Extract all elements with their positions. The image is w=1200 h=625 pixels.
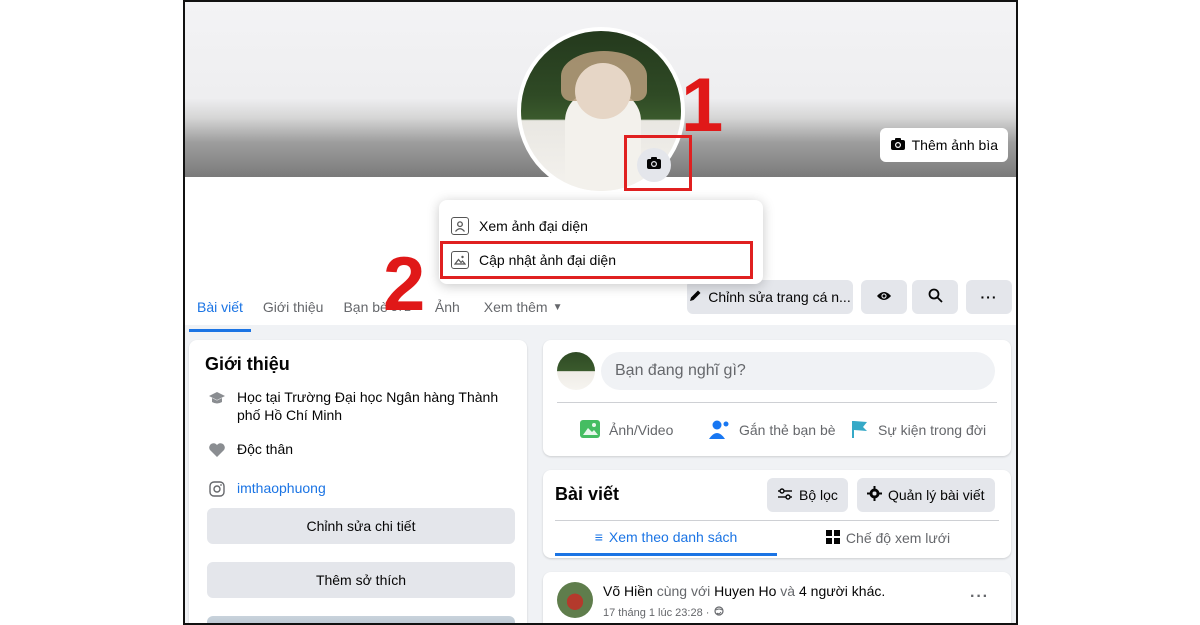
filter-label: Bộ lọc — [799, 487, 838, 503]
tab-photos[interactable]: Ảnh — [427, 288, 468, 326]
annotation-number-1: 1 — [681, 63, 724, 148]
posts-title: Bài viết — [555, 484, 620, 504]
intro-panel: Giới thiệu Học tại Trường Đại học Ngân h… — [189, 340, 527, 623]
intro-education: Học tại Trường Đại học Ngân hàng Thành p… — [207, 388, 507, 424]
list-view-label: Xem theo danh sách — [608, 528, 738, 545]
life-event-action[interactable]: Sự kiện trong đời — [850, 412, 986, 448]
flag-icon — [850, 419, 870, 442]
post-author-avatar[interactable] — [557, 582, 593, 618]
tag-friends-label: Gắn thẻ bạn bè — [739, 422, 836, 438]
list-view-tab[interactable]: ≡ Xem theo danh sách — [555, 520, 777, 556]
whats-on-your-mind-input[interactable]: Bạn đang nghĩ gì? — [601, 352, 995, 390]
post-card: Võ Hiền cùng với Huyen Ho và 4 người khá… — [543, 572, 1011, 623]
heart-icon — [207, 440, 227, 460]
post-meta: 17 tháng 1 lúc 23:28 · — [603, 603, 724, 621]
annotation-box-2 — [440, 241, 753, 279]
annotation-number-2: 2 — [383, 242, 426, 327]
post-header: Võ Hiền cùng với Huyen Ho và 4 người khá… — [603, 583, 885, 599]
graduation-cap-icon — [207, 388, 227, 408]
list-icon: ≡ — [594, 528, 603, 545]
intro-instagram[interactable]: imthaophuong — [207, 479, 326, 499]
life-event-label: Sự kiện trong đời — [878, 422, 987, 438]
composer-panel: Bạn đang nghĩ gì? Ảnh/Video Gắn thẻ bạn … — [543, 340, 1011, 456]
post-with-word: cùng với — [656, 583, 711, 599]
post-and-word: và — [780, 583, 796, 599]
featured-photo-preview[interactable] — [207, 616, 515, 623]
gear-icon — [867, 486, 882, 504]
edit-profile-button[interactable]: Chỉnh sửa trang cá n... — [687, 280, 853, 314]
facebook-profile-screenshot: Thêm ảnh bìa 1 Bài viết Giới thiệu Bạn b… — [183, 0, 1018, 625]
grid-view-tab[interactable]: Chế độ xem lưới — [777, 520, 999, 556]
tab-more-label: Xem thêm — [483, 299, 548, 315]
profile-search-button[interactable] — [912, 280, 958, 314]
intro-relationship-text: Độc thân — [237, 441, 294, 457]
menu-view-avatar-label: Xem ảnh đại diện — [479, 218, 588, 234]
post-time[interactable]: 17 tháng 1 lúc 23:28 · — [603, 607, 709, 619]
edit-details-button[interactable]: Chỉnh sửa chi tiết — [207, 508, 515, 544]
composer-avatar[interactable] — [557, 352, 595, 390]
intro-education-text: Học tại Trường Đại học Ngân hàng Thành p… — [237, 389, 499, 423]
view-as-button[interactable] — [861, 280, 907, 314]
intro-relationship: Độc thân — [207, 440, 293, 460]
grid-view-label: Chế độ xem lưới — [845, 530, 951, 546]
user-square-icon — [451, 217, 469, 235]
pencil-icon — [689, 289, 702, 305]
manage-posts-label: Quản lý bài viết — [888, 487, 985, 503]
profile-tabs: Bài viết Giới thiệu Bạn bè 372 Ảnh Xem t… — [189, 280, 571, 332]
edit-profile-label: Chỉnh sửa trang cá n... — [708, 289, 851, 305]
tag-friends-action[interactable]: Gắn thẻ bạn bè — [709, 412, 836, 448]
intro-instagram-handle[interactable]: imthaophuong — [237, 479, 326, 499]
photo-video-action[interactable]: Ảnh/Video — [579, 412, 673, 448]
privacy-globe-icon — [714, 603, 724, 621]
posts-panel: Bài viết Bộ lọc Quản lý bài viết ≡ Xem t… — [543, 470, 1011, 558]
post-author[interactable]: Võ Hiền — [603, 583, 653, 599]
photo-icon — [579, 419, 601, 442]
post-more-icon[interactable]: ··· — [970, 588, 989, 606]
tab-more[interactable]: Xem thêm ▼ — [476, 288, 571, 326]
manage-posts-button[interactable]: Quản lý bài viết — [857, 478, 995, 512]
caret-down-icon: ▼ — [552, 301, 563, 313]
camera-icon — [890, 137, 906, 154]
add-cover-photo-label: Thêm ảnh bìa — [911, 137, 998, 153]
composer-divider — [557, 402, 997, 403]
add-cover-photo-button[interactable]: Thêm ảnh bìa — [879, 128, 1008, 162]
add-hobbies-button[interactable]: Thêm sở thích — [207, 562, 515, 598]
search-icon — [928, 288, 943, 306]
photo-video-label: Ảnh/Video — [609, 422, 674, 438]
post-others[interactable]: 4 người khác. — [799, 583, 885, 599]
more-icon: ··· — [980, 289, 998, 305]
filter-button[interactable]: Bộ lọc — [767, 478, 848, 512]
tab-posts[interactable]: Bài viết — [189, 288, 251, 332]
instagram-icon — [207, 479, 227, 499]
eye-icon — [876, 289, 892, 305]
avatar-figure-head — [575, 63, 631, 119]
tag-person-icon — [709, 419, 731, 442]
sliders-icon — [777, 487, 793, 504]
profile-more-button[interactable]: ··· — [966, 280, 1012, 314]
menu-view-avatar[interactable]: Xem ảnh đại diện — [451, 210, 588, 242]
grid-icon — [825, 529, 840, 547]
post-tagged-user[interactable]: Huyen Ho — [714, 583, 776, 599]
tab-about[interactable]: Giới thiệu — [255, 288, 332, 326]
intro-title: Giới thiệu — [205, 354, 290, 374]
tab-friends-label: Bạn bè — [343, 299, 388, 315]
